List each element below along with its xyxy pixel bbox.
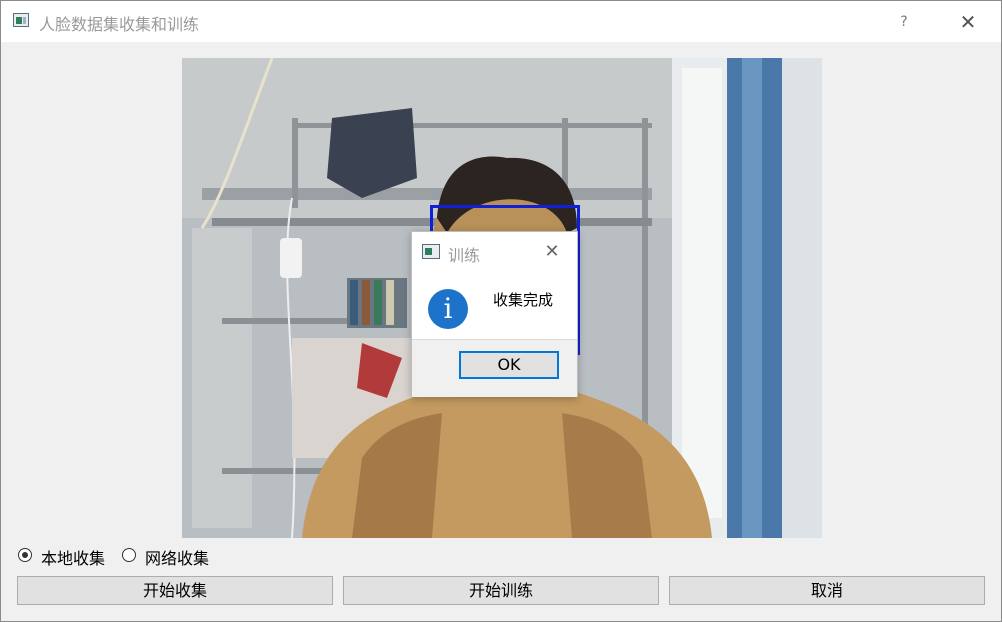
information-icon: i <box>428 289 468 329</box>
app-icon <box>13 13 29 27</box>
dialog-message: 收集完成 <box>493 291 554 309</box>
window-title: 人脸数据集收集和训练 <box>39 15 200 34</box>
collection-mode-group: 本地收集 网络收集 <box>16 545 236 569</box>
close-window-button[interactable]: ✕ <box>953 9 983 35</box>
radio-network-collect[interactable] <box>122 548 136 562</box>
dialog-button-bar: OK <box>412 339 577 397</box>
radio-network-collect-label[interactable]: 网络收集 <box>145 545 209 569</box>
dialog-title: 训练 <box>448 246 481 265</box>
cancel-button[interactable]: 取消 <box>669 576 985 605</box>
start-collect-button[interactable]: 开始收集 <box>17 576 333 605</box>
help-button[interactable]: ? <box>891 10 917 34</box>
title-bar[interactable]: 人脸数据集收集和训练 ? ✕ <box>1 1 1001 42</box>
radio-local-collect[interactable] <box>18 548 32 562</box>
radio-local-collect-label[interactable]: 本地收集 <box>41 545 105 569</box>
ok-button[interactable]: OK <box>459 351 559 379</box>
dialog-app-icon <box>422 244 440 259</box>
info-dialog: 训练 ✕ i 收集完成 OK <box>411 231 578 397</box>
start-train-button[interactable]: 开始训练 <box>343 576 659 605</box>
main-window: 人脸数据集收集和训练 ? ✕ 训练 ✕ i 收集完成 OK 本地收集 网络收集 … <box>0 0 1002 622</box>
dialog-close-button[interactable]: ✕ <box>540 240 564 264</box>
